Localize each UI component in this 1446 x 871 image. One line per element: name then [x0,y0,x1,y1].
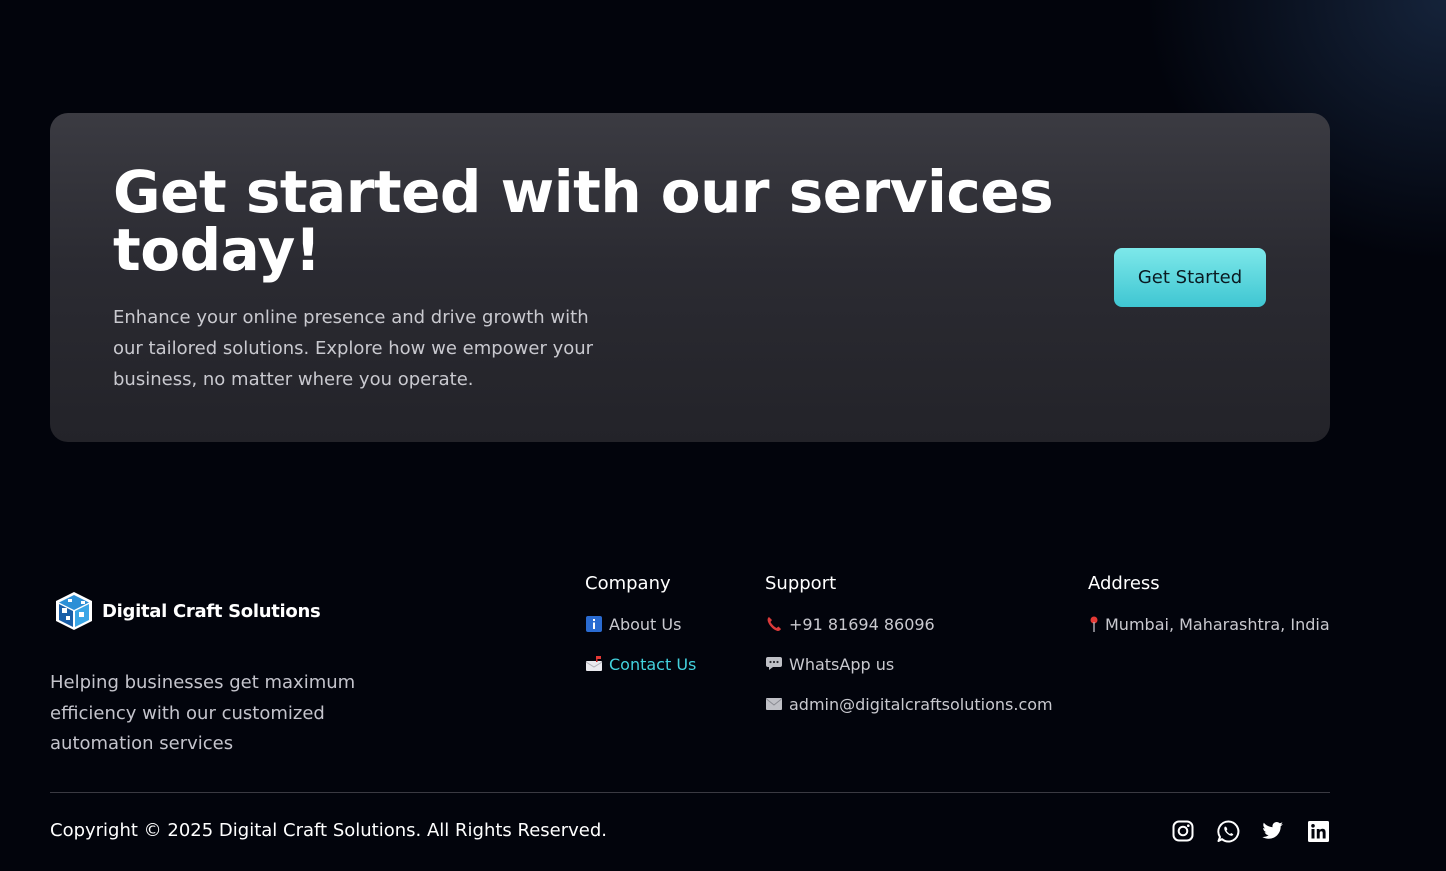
brand-tagline: Helping businesses get maximum efficienc… [50,672,356,754]
support-phone-link[interactable]: +91 81694 86096 [765,612,1053,636]
about-us-label: About Us [609,614,682,634]
footer-column-address: Address Mumbai, Maharashtra, India [1088,572,1330,652]
footer-link-about-us[interactable]: About Us [585,612,696,636]
address-label: Mumbai, Maharashtra, India [1105,614,1330,634]
envelope-icon [765,695,783,713]
support-whatsapp-link[interactable]: WhatsApp us [765,652,1053,676]
address-item: Mumbai, Maharashtra, India [1088,612,1330,636]
pin-icon [1088,615,1100,633]
footer-column-support: Support +91 81694 86096 WhatsApp us admi… [765,572,1053,732]
cube-logo-icon [56,592,92,630]
brand-name: Digital Craft Solutions [102,600,321,622]
support-whatsapp-label: WhatsApp us [789,654,895,674]
cta-description: Enhance your online presence and drive g… [113,307,594,390]
mailbox-icon [585,655,603,673]
info-icon [585,615,603,633]
footer-link-contact-us[interactable]: Contact Us [585,652,696,676]
contact-us-label: Contact Us [609,654,697,674]
support-email-link[interactable]: admin@digitalcraftsolutions.com [765,692,1053,716]
social-links [1170,818,1331,844]
support-heading: Support [765,573,837,594]
whatsapp-icon[interactable] [1215,818,1241,844]
cta-card: Get started with our services today! Enh… [50,113,1330,442]
brand-logo-link[interactable]: Digital Craft Solutions [52,590,321,632]
support-email-label: admin@digitalcraftsolutions.com [789,694,1053,714]
get-started-button[interactable]: Get Started [1114,248,1266,307]
twitter-icon[interactable] [1260,818,1286,844]
cta-heading: Get started with our services today! [113,158,1054,284]
instagram-icon[interactable] [1170,818,1196,844]
copyright-text: Copyright © 2025 Digital Craft Solutions… [50,820,608,841]
address-heading: Address [1088,573,1160,594]
chat-icon [765,655,783,673]
support-phone-label: +91 81694 86096 [789,614,935,634]
footer-divider [50,792,1330,793]
footer-column-company: Company About Us Contact Us [585,572,696,692]
linkedin-icon[interactable] [1305,818,1331,844]
phone-icon [765,615,783,633]
company-heading: Company [585,573,671,594]
